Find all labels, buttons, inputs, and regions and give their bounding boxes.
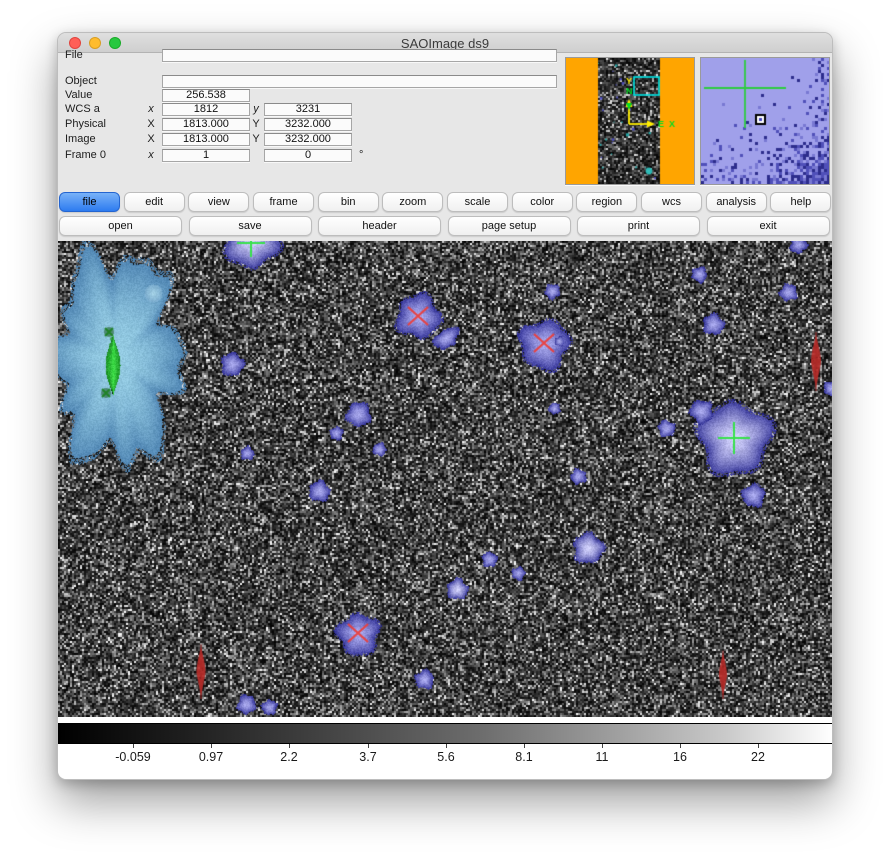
value-field[interactable] [162,75,557,88]
colorbar-tick-label: 8.1 [515,750,532,764]
colorbar-tick [289,744,290,748]
action-button-save[interactable]: save [189,216,312,236]
colorbar-tick-label: 22 [751,750,765,764]
action-button-open[interactable]: open [59,216,182,236]
axis-label: y [249,103,263,116]
value-field[interactable]: 1813.000 [162,133,250,146]
colorbar-tick-label: 11 [596,750,609,764]
menu-button-help[interactable]: help [770,192,831,212]
menu-button-color[interactable]: color [512,192,573,212]
menu-button-frame[interactable]: frame [253,192,314,212]
colorbar-gradient[interactable] [58,723,833,744]
image-display-area[interactable] [58,241,833,717]
colorbar-tick [524,744,525,748]
magnifier-canvas[interactable] [701,58,829,184]
axis-label: Y [249,118,263,131]
colorbar-tick-label: 16 [673,750,687,764]
info-label: Value [65,89,92,102]
action-button-print[interactable]: print [577,216,700,236]
value-field[interactable]: 1 [162,149,250,162]
colorbar-section: -0.059 0.97 2.2 3.7 5.6 8.1 11 16 22 [58,717,833,780]
menu-button-analysis[interactable]: analysis [706,192,767,212]
value-field[interactable]: 3231 [264,103,352,116]
info-label: Object [65,75,97,88]
colorbar-tick [446,744,447,748]
colorbar-tick-label: -0.059 [115,750,150,764]
info-label: File [65,49,83,62]
colorbar-tick [758,744,759,748]
value-field[interactable]: 3232.000 [264,133,352,146]
panner-panel[interactable] [565,57,695,185]
axis-label: X [144,118,158,131]
colorbar-tick-label: 2.2 [280,750,297,764]
info-label: Image [65,133,96,146]
ds9-window: SAOImage ds9 FileObjectValue256.538WCS a… [57,32,833,780]
menu-button-row: fileeditviewframebinzoomscalecolorregion… [58,192,833,214]
axis-label: x [144,149,158,162]
fits-image-canvas[interactable] [58,241,833,717]
file-action-row: open save header page setup print exit [58,216,833,238]
colorbar-tick [602,744,603,748]
value-field[interactable] [162,49,557,62]
degree-suffix: ° [359,149,363,162]
value-field[interactable]: 3232.000 [264,118,352,131]
info-label: Physical [65,118,106,131]
menu-button-edit[interactable]: edit [124,192,185,212]
value-field[interactable]: 0 [264,149,352,162]
panner-canvas[interactable] [566,58,694,184]
colorbar-tick [211,744,212,748]
colorbar-tick-label: 0.97 [199,750,223,764]
value-field[interactable]: 1812 [162,103,250,116]
axis-label: X [144,133,158,146]
menu-button-wcs[interactable]: wcs [641,192,702,212]
axis-label: x [144,103,158,116]
colorbar-tick-label: 3.7 [359,750,376,764]
axis-label: Y [249,133,263,146]
colorbar-tick [133,744,134,748]
info-label: WCS a [65,103,100,116]
value-field[interactable]: 256.538 [162,89,250,102]
menu-button-region[interactable]: region [576,192,637,212]
menu-button-bin[interactable]: bin [318,192,379,212]
colorbar-tick [680,744,681,748]
menu-button-view[interactable]: view [188,192,249,212]
desktop: SAOImage ds9 FileObjectValue256.538WCS a… [0,0,889,862]
colorbar-tick-label: 5.6 [437,750,454,764]
value-field[interactable]: 1813.000 [162,118,250,131]
magnifier-panel[interactable] [700,57,830,185]
colorbar-tick [368,744,369,748]
action-button-page-setup[interactable]: page setup [448,216,571,236]
menu-button-file[interactable]: file [59,192,120,212]
menu-button-zoom[interactable]: zoom [382,192,443,212]
action-button-header[interactable]: header [318,216,441,236]
menu-button-scale[interactable]: scale [447,192,508,212]
info-label: Frame 0 [65,149,106,162]
action-button-exit[interactable]: exit [707,216,830,236]
